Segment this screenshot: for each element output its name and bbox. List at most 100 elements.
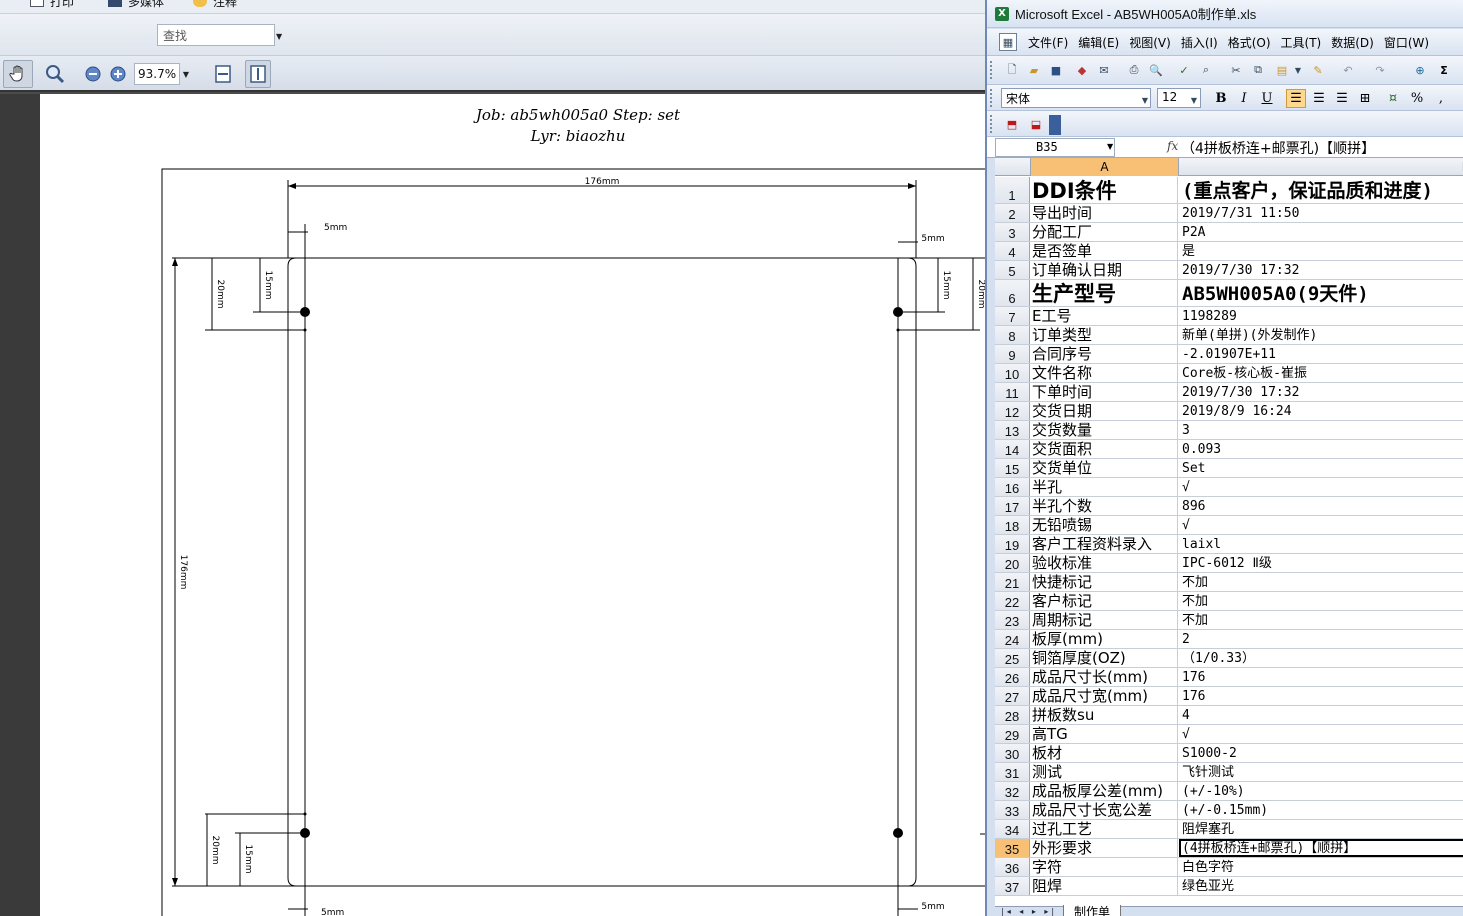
row-number[interactable]: 34 [995, 820, 1030, 838]
row-number[interactable]: 15 [995, 459, 1030, 477]
row-number[interactable]: 19 [995, 535, 1030, 553]
merge-center-button[interactable]: ⊞ [1355, 89, 1375, 108]
cell-a[interactable]: 交货单位 [1031, 459, 1178, 477]
spelling-icon[interactable]: ✓ [1175, 61, 1193, 79]
row-number[interactable]: 22 [995, 592, 1030, 610]
row-number[interactable]: 17 [995, 497, 1030, 515]
toolbar-options-icon[interactable] [1049, 115, 1061, 135]
permission-icon[interactable]: ◆ [1073, 61, 1091, 79]
print-icon[interactable]: ⎙ [1125, 61, 1143, 79]
table-row[interactable]: 8 订单类型 新单(单拼)(外发制作) [995, 326, 1463, 345]
column-header-b[interactable]: B [1179, 158, 1463, 176]
cell-b[interactable]: (4拼板桥连+邮票孔)【顺拼】 [1179, 839, 1463, 857]
comment-tool[interactable]: 注释 [193, 0, 237, 9]
fit-page-button[interactable] [245, 60, 271, 88]
cell-b[interactable]: 白色字符 [1179, 858, 1463, 876]
row-number[interactable]: 3 [995, 223, 1030, 241]
cell-b[interactable]: AB5WH005A0(9天件) [1179, 280, 1463, 306]
cell-b[interactable]: IPC-6012 Ⅱ级 [1179, 554, 1463, 572]
row-number[interactable]: 27 [995, 687, 1030, 705]
row-number[interactable]: 12 [995, 402, 1030, 420]
table-row[interactable]: 34 过孔工艺 阻焊塞孔 [995, 820, 1463, 839]
cell-a[interactable]: 字符 [1031, 858, 1178, 876]
cell-b[interactable]: -2.01907E+11 [1179, 345, 1463, 363]
row-number[interactable]: 1 [995, 177, 1030, 203]
cell-b[interactable]: 2019/7/30 17:32 [1179, 261, 1463, 279]
row-number[interactable]: 30 [995, 744, 1030, 762]
row-number[interactable]: 8 [995, 326, 1030, 344]
table-row[interactable]: 9 合同序号 -2.01907E+11 [995, 345, 1463, 364]
cell-a[interactable]: 快捷标记 [1031, 573, 1178, 591]
cell-b[interactable]: 176 [1179, 687, 1463, 705]
name-box-dropdown-icon[interactable]: ▼ [1107, 142, 1113, 151]
cell-a[interactable]: 订单类型 [1031, 326, 1178, 344]
toolbar-grip[interactable] [990, 115, 993, 133]
row-number[interactable]: 23 [995, 611, 1030, 629]
redo-icon[interactable]: ↷ [1371, 61, 1389, 79]
row-number[interactable]: 25 [995, 649, 1030, 667]
toolbar-grip[interactable] [990, 89, 993, 107]
align-left-button[interactable]: ☰ [1286, 89, 1306, 108]
cell-b[interactable]: 不加 [1179, 592, 1463, 610]
row-number[interactable]: 21 [995, 573, 1030, 591]
table-row[interactable]: 20 验收标准 IPC-6012 Ⅱ级 [995, 554, 1463, 573]
cell-b[interactable]: 飞针测试 [1179, 763, 1463, 781]
cut-icon[interactable]: ✂ [1227, 61, 1245, 79]
cell-b[interactable]: S1000-2 [1179, 744, 1463, 762]
cell-a[interactable]: 导出时间 [1031, 204, 1178, 222]
table-row[interactable]: 32 成品板厚公差(mm) (+/-10%) [995, 782, 1463, 801]
row-number[interactable]: 20 [995, 554, 1030, 572]
table-row[interactable]: 16 半孔 √ [995, 478, 1463, 497]
menu-tools[interactable]: 工具(T) [1276, 34, 1327, 51]
row-number[interactable]: 9 [995, 345, 1030, 363]
cell-b[interactable]: √ [1179, 725, 1463, 743]
cell-a[interactable]: 交货数量 [1031, 421, 1178, 439]
row-number[interactable]: 2 [995, 204, 1030, 222]
table-row[interactable]: 6 生产型号 AB5WH005A0(9天件) [995, 280, 1463, 307]
name-box[interactable]: B35 [995, 138, 1115, 157]
sheet-nav-icons[interactable]: |◂ ◂ ▸ ▸| [1001, 907, 1057, 916]
cell-a[interactable]: 验收标准 [1031, 554, 1178, 572]
menu-data[interactable]: 数据(D) [1326, 34, 1379, 51]
cell-b[interactable]: √ [1179, 478, 1463, 496]
italic-button[interactable]: I [1234, 89, 1254, 108]
menu-view[interactable]: 视图(V) [1124, 34, 1176, 51]
underline-button[interactable]: U [1257, 89, 1277, 108]
open-icon[interactable]: ▰ [1025, 61, 1043, 79]
new-icon[interactable]: 🗋 [1003, 61, 1021, 79]
cell-b[interactable]: 不加 [1179, 611, 1463, 629]
zoom-dropdown-icon[interactable]: ▼ [180, 60, 192, 88]
search-input[interactable]: 查找 [157, 24, 275, 46]
row-number[interactable]: 4 [995, 242, 1030, 260]
cell-a[interactable]: 阻焊 [1031, 877, 1178, 895]
undo-icon[interactable]: ↶ [1339, 61, 1357, 79]
cell-a[interactable]: 无铅喷锡 [1031, 516, 1178, 534]
table-row[interactable]: 37 阻焊 绿色亚光 [995, 877, 1463, 896]
row-number[interactable]: 31 [995, 763, 1030, 781]
table-row[interactable]: 21 快捷标记 不加 [995, 573, 1463, 592]
row-number[interactable]: 26 [995, 668, 1030, 686]
table-row[interactable]: 35 外形要求 (4拼板桥连+邮票孔)【顺拼】 [995, 839, 1463, 858]
cell-a[interactable]: E工号 [1031, 307, 1178, 325]
font-name-dropdown-icon[interactable]: ▼ [1139, 91, 1151, 109]
row-number[interactable]: 13 [995, 421, 1030, 439]
cell-a[interactable]: 客户标记 [1031, 592, 1178, 610]
worksheet-grid[interactable]: A B 1DDI条件(重点客户，保证品质和进度)2导出时间2019/7/31 1… [995, 158, 1463, 906]
cell-a[interactable]: 铜箔厚度(OZ) [1031, 649, 1178, 667]
zoom-in-button[interactable] [109, 60, 127, 88]
multimedia-tool[interactable]: 多媒体 [108, 0, 164, 9]
cell-a[interactable]: 外形要求 [1031, 839, 1178, 857]
search-dropdown-icon[interactable]: ▼ [276, 32, 282, 41]
table-row[interactable]: 4 是否签单是 [995, 242, 1463, 261]
select-all-corner[interactable] [995, 158, 1031, 176]
table-row[interactable]: 29 高TG √ [995, 725, 1463, 744]
table-row[interactable]: 15 交货单位 Set [995, 459, 1463, 478]
menu-format[interactable]: 格式(O) [1223, 34, 1276, 51]
cell-b[interactable]: 2019/7/30 17:32 [1179, 383, 1463, 401]
cell-b[interactable]: Set [1179, 459, 1463, 477]
cell-a[interactable]: 成品尺寸长宽公差 [1031, 801, 1178, 819]
cell-b[interactable]: P2A [1179, 223, 1463, 241]
formula-input[interactable]: （4拼板桥连+邮票孔)【顺拼】 [1181, 138, 1375, 158]
print-tool[interactable]: 打印 [30, 0, 74, 9]
cell-b[interactable]: (+/-10%) [1179, 782, 1463, 800]
